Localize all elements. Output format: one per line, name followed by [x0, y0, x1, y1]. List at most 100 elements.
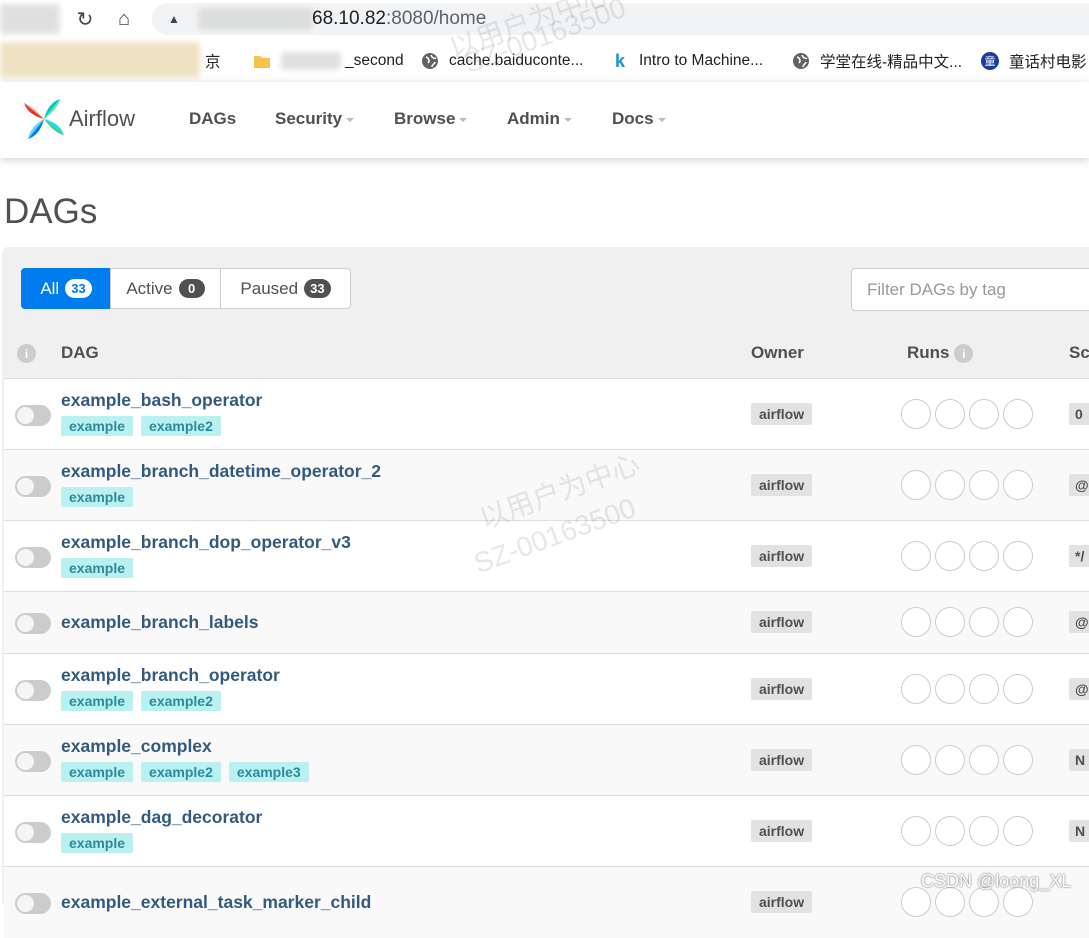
reload-icon[interactable]: ↻	[73, 7, 97, 31]
dag-name-link[interactable]: example_branch_dop_operator_v3	[61, 532, 351, 553]
airflow-logo-icon[interactable]	[20, 95, 68, 143]
bookmark-3[interactable]: cache.baiduconte...	[421, 50, 583, 72]
filter-all-button[interactable]: All 33	[21, 268, 111, 309]
tag-chip[interactable]: example2	[141, 762, 221, 782]
bookmark-4[interactable]: k Intro to Machine...	[611, 50, 763, 72]
run-state-circle[interactable]	[935, 399, 965, 429]
brand-name[interactable]: Airflow	[69, 106, 135, 132]
run-state-circle[interactable]	[935, 541, 965, 571]
tag-chip[interactable]: example	[61, 691, 134, 711]
count-badge: 33	[304, 279, 331, 298]
bookmark-1[interactable]: 京	[205, 50, 221, 72]
tag-filter-field[interactable]	[851, 268, 1089, 311]
run-state-circle[interactable]	[901, 674, 931, 704]
tag-chip[interactable]: example2	[141, 691, 221, 711]
bookmark-2[interactable]: _second	[253, 50, 404, 72]
run-state-circle[interactable]	[935, 745, 965, 775]
table-row: example_branch_datetime_operator_2exampl…	[4, 449, 1089, 521]
run-state-circle[interactable]	[901, 399, 931, 429]
dag-name-link[interactable]: example_bash_operator	[61, 390, 262, 411]
run-state-circle[interactable]	[969, 816, 999, 846]
run-state-circle[interactable]	[901, 607, 931, 637]
run-state-circle[interactable]	[969, 745, 999, 775]
filter-active-button[interactable]: Active 0	[110, 268, 221, 309]
nav-dags[interactable]: DAGs	[189, 109, 236, 129]
tag-chip[interactable]: example	[61, 487, 134, 507]
pause-toggle[interactable]	[15, 405, 51, 426]
run-state-circle[interactable]	[935, 470, 965, 500]
tag-chip[interactable]: example	[61, 833, 134, 853]
table-row: example_dag_decorator example airflow N	[4, 795, 1089, 867]
tag-chip[interactable]: example2	[141, 416, 221, 436]
schedule-badge[interactable]: 0	[1069, 403, 1089, 425]
dag-name-link[interactable]: example_complex	[61, 736, 212, 757]
run-state-circle[interactable]	[901, 470, 931, 500]
run-state-circle[interactable]	[969, 399, 999, 429]
run-state-circle[interactable]	[1003, 816, 1033, 846]
dag-name-link[interactable]: example_branch_operator	[61, 665, 280, 686]
table-row: example_complex example example2 example3 ai…	[4, 724, 1089, 796]
run-state-circle[interactable]	[901, 541, 931, 571]
run-state-circle[interactable]	[1003, 399, 1033, 429]
header-runs[interactable]: Runs i	[907, 343, 974, 364]
schedule-badge[interactable]: */	[1069, 545, 1089, 567]
tag-chip[interactable]: example	[61, 762, 134, 782]
run-state-circle[interactable]	[935, 674, 965, 704]
nav-docs[interactable]: Docs	[612, 109, 666, 129]
airflow-navbar: Airflow DAGs Security Browse Admin Docs	[0, 82, 1089, 158]
owner-badge: airflow	[751, 545, 813, 567]
header-owner[interactable]: Owner	[751, 343, 804, 363]
filter-paused-button[interactable]: Paused 33	[220, 268, 351, 309]
nav-security[interactable]: Security	[275, 109, 355, 129]
dag-name-link[interactable]: example_branch_datetime_operator_2	[61, 461, 381, 482]
schedule-badge[interactable]: @	[1069, 611, 1089, 633]
info-icon[interactable]: i	[17, 343, 36, 364]
table-row: example_bash_operator example example2 airf…	[4, 378, 1089, 450]
table-row: example_branch_operator example example2 ai…	[4, 653, 1089, 725]
schedule-badge[interactable]: @	[1069, 474, 1089, 496]
k-logo-icon: k	[614, 50, 625, 71]
bookmark-label: Intro to Machine...	[639, 52, 764, 69]
run-state-circle[interactable]	[1003, 607, 1033, 637]
bookmark-6[interactable]: 童 童话村电影	[981, 50, 1087, 72]
nav-browse[interactable]: Browse	[394, 109, 468, 129]
security-warning-icon[interactable]: ▲	[162, 7, 186, 31]
pause-toggle[interactable]	[15, 751, 51, 772]
run-state-circle[interactable]	[935, 607, 965, 637]
run-state-circle[interactable]	[969, 674, 999, 704]
run-state-circle[interactable]	[969, 470, 999, 500]
header-dag[interactable]: DAG	[61, 343, 99, 363]
tag-list: example example2	[61, 691, 221, 711]
run-state-circle[interactable]	[969, 541, 999, 571]
tag-chip[interactable]: example	[61, 558, 134, 578]
dag-name-link[interactable]: example_external_task_marker_child	[61, 892, 371, 913]
tag-chip[interactable]: example	[61, 416, 134, 436]
run-state-circle[interactable]	[1003, 470, 1033, 500]
bookmark-5[interactable]: 学堂在线-精品中文...	[792, 50, 962, 72]
run-state-circle[interactable]	[935, 816, 965, 846]
nav-admin[interactable]: Admin	[507, 109, 572, 129]
run-state-circle[interactable]	[1003, 745, 1033, 775]
run-state-circle[interactable]	[901, 745, 931, 775]
schedule-badge[interactable]: N	[1069, 820, 1089, 842]
dag-name-link[interactable]: example_dag_decorator	[61, 807, 262, 828]
tag-chip[interactable]: example3	[228, 762, 309, 782]
schedule-badge[interactable]: @	[1069, 678, 1089, 700]
pause-toggle[interactable]	[15, 680, 51, 701]
run-state-circle[interactable]	[901, 816, 931, 846]
schedule-badge[interactable]: N	[1069, 749, 1089, 771]
header-schedule[interactable]: Sc	[1069, 343, 1089, 363]
tag-filter-input[interactable]	[867, 279, 1087, 300]
run-state-circle[interactable]	[1003, 541, 1033, 571]
pause-toggle[interactable]	[15, 547, 51, 568]
pause-toggle[interactable]	[15, 822, 51, 843]
info-icon[interactable]: i	[954, 344, 974, 364]
home-icon[interactable]: ⌂	[112, 7, 136, 31]
tag-list: example	[61, 833, 134, 853]
run-state-circle[interactable]	[1003, 674, 1033, 704]
run-state-circle[interactable]	[969, 607, 999, 637]
pause-toggle[interactable]	[15, 613, 51, 634]
pause-toggle[interactable]	[15, 476, 51, 497]
url-text[interactable]: 68.10.82:8080/home	[312, 8, 486, 30]
dag-name-link[interactable]: example_branch_labels	[61, 612, 258, 633]
